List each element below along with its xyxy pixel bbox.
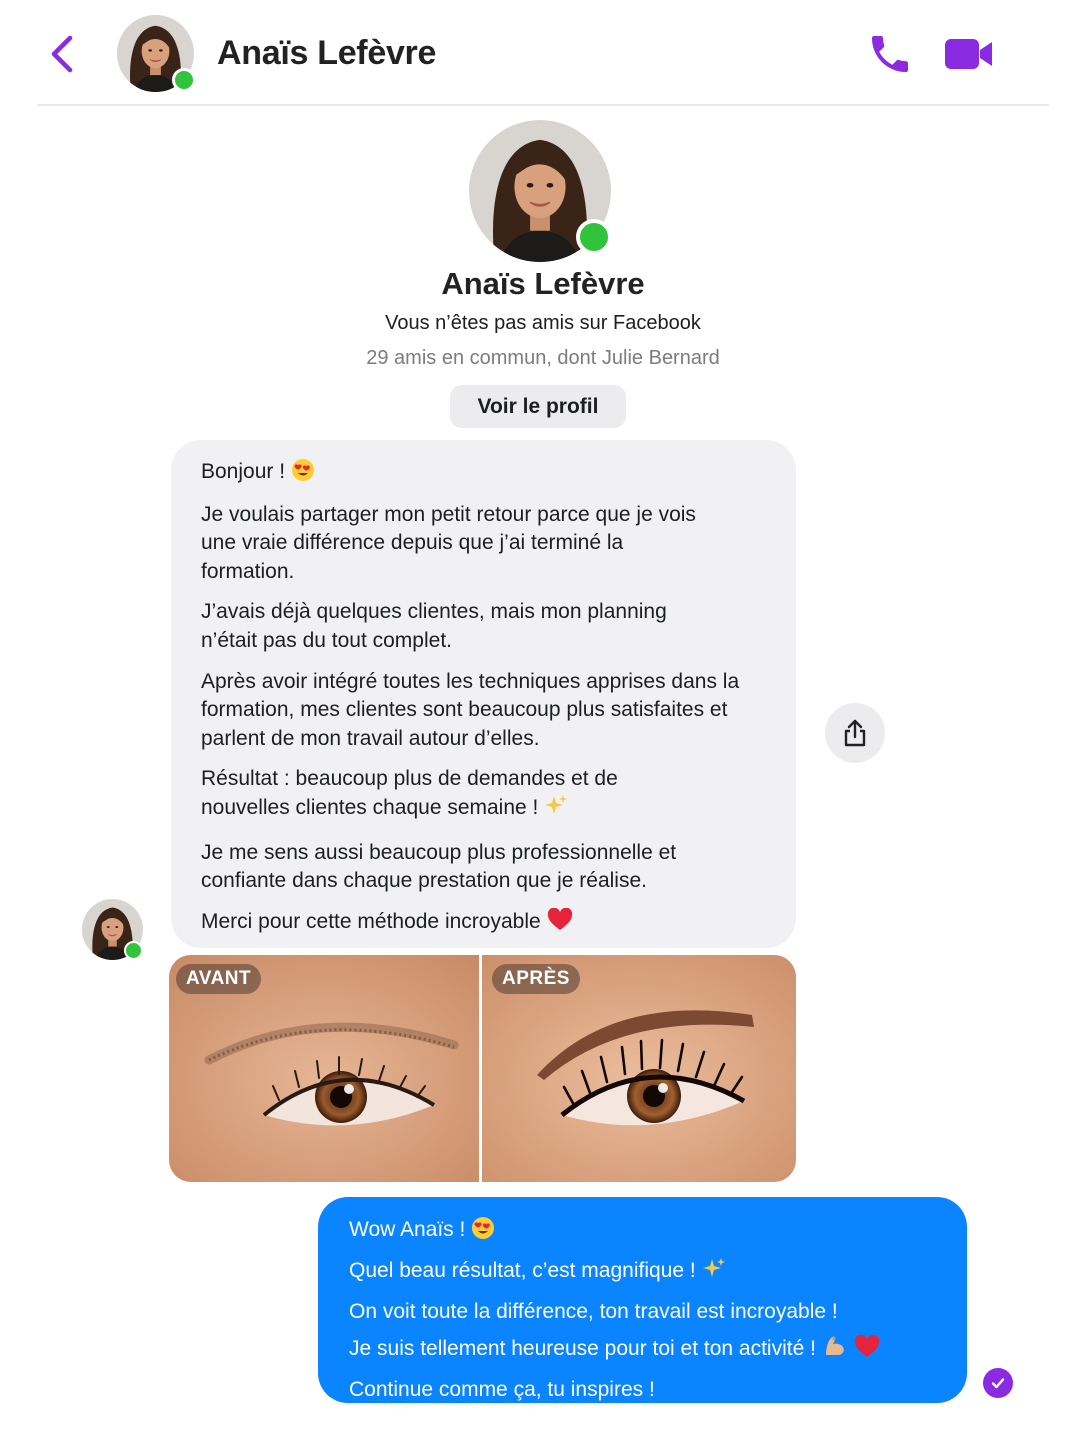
- video-call-button[interactable]: [942, 34, 996, 74]
- chat-header: Anaïs Lefèvre: [0, 0, 1086, 106]
- heart-eyes-emoji-icon: [471, 1215, 495, 1252]
- before-label: AVANT: [176, 964, 262, 994]
- message-line: Quel beau résultat, c’est magnifique !: [349, 1252, 947, 1293]
- read-receipt-check-icon: [983, 1368, 1013, 1398]
- received-message-bubble[interactable]: Bonjour ! Je voulais partager mon petit …: [171, 440, 796, 948]
- message-paragraph: Après avoir intégré toutes les technique…: [201, 669, 740, 750]
- mutual-friends: 29 amis en commun, dont Julie Bernard: [366, 347, 720, 369]
- share-button[interactable]: [825, 703, 885, 763]
- profile-online-indicator: [576, 219, 612, 255]
- message-paragraph: Résultat : beaucoup plus de demandes et …: [201, 765, 661, 826]
- heart-eyes-emoji-icon: [291, 458, 315, 491]
- share-icon: [844, 719, 866, 747]
- sender-online-indicator: [124, 941, 143, 960]
- back-button[interactable]: [44, 32, 84, 76]
- red-heart-emoji-icon: [547, 907, 573, 941]
- message-line: Merci pour cette méthode incroyable: [201, 907, 772, 941]
- message-paragraph: Je me sens aussi beaucoup plus professio…: [201, 840, 677, 893]
- call-button[interactable]: [866, 30, 914, 78]
- sparkles-emoji-icon: [544, 794, 568, 827]
- message-line: Continue comme ça, tu inspires !: [349, 1378, 655, 1401]
- friendship-status: Vous n’êtes pas amis sur Facebook: [385, 312, 701, 334]
- message-line: On voit toute la différence, ton travail…: [349, 1300, 838, 1323]
- phone-icon: [872, 36, 908, 72]
- header-divider: [37, 104, 1049, 106]
- sparkles-emoji-icon: [702, 1256, 726, 1293]
- message-line: Bonjour !: [201, 458, 772, 491]
- message-paragraph: Je voulais partager mon petit retour par…: [201, 502, 696, 583]
- red-heart-emoji-icon: [854, 1334, 880, 1371]
- after-label: APRÈS: [492, 964, 580, 994]
- online-indicator: [172, 68, 196, 92]
- chevron-left-icon: [51, 35, 73, 73]
- header-contact-name[interactable]: Anaïs Lefèvre: [217, 34, 436, 73]
- message-line: Je suis tellement heureuse pour toi et t…: [349, 1330, 947, 1371]
- message-paragraph: J’avais déjà quelques clientes, mais mon…: [201, 600, 667, 652]
- view-profile-button[interactable]: Voir le profil: [450, 385, 626, 428]
- video-camera-icon: [945, 39, 992, 69]
- profile-name: Anaïs Lefèvre: [441, 266, 645, 301]
- sent-message-bubble[interactable]: Wow Anaïs ! Quel beau résultat, c’est ma…: [318, 1197, 967, 1403]
- message-line: Wow Anaïs !: [349, 1211, 947, 1252]
- flexed-biceps-emoji-icon: [822, 1333, 848, 1371]
